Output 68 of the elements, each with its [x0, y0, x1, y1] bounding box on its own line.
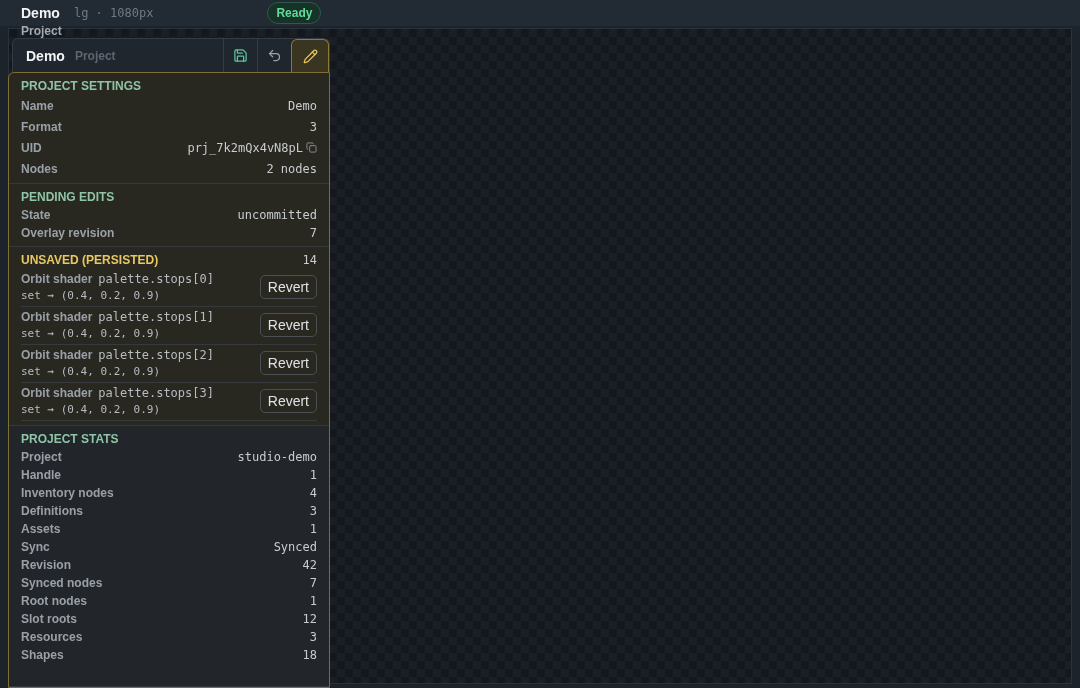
field-label: Format — [21, 119, 62, 134]
field-label: Slot roots — [21, 612, 77, 626]
field-value: 3 — [309, 630, 317, 644]
edit-target: Orbit shader — [21, 386, 93, 400]
property-path: palette.stops[2] — [98, 348, 214, 362]
field-label: Overlay revision — [21, 226, 115, 240]
field-label: UID — [21, 140, 42, 155]
field-value: 1 — [309, 468, 317, 482]
edit-target: Orbit shader — [21, 272, 93, 286]
property-path: palette.stops[0] — [98, 272, 214, 286]
copy-icon[interactable] — [306, 142, 317, 153]
edit-button[interactable] — [291, 39, 329, 72]
undo-icon — [267, 48, 282, 63]
field-label: Inventory nodes — [21, 486, 114, 500]
field-value: Demo — [288, 98, 317, 113]
field-label: Sync — [21, 540, 50, 554]
field-label: Root nodes — [21, 594, 87, 608]
field-value: 1 — [309, 594, 317, 608]
field-value: studio-demo — [237, 450, 317, 464]
field-label: Shapes — [21, 648, 64, 662]
revert-button[interactable]: Revert — [259, 389, 317, 413]
field-label: Synced nodes — [21, 576, 103, 590]
field-label: Revision — [21, 558, 71, 572]
revert-button[interactable]: Revert — [259, 313, 317, 337]
edit-target: Orbit shader — [21, 310, 93, 324]
field-label: Resources — [21, 630, 83, 644]
section-heading: PROJECT STATS — [21, 432, 119, 446]
pencil-icon — [302, 48, 318, 64]
edit-change: set → (0.4, 0.2, 0.9) — [21, 403, 162, 416]
section-heading: PROJECT SETTINGS — [21, 79, 142, 93]
field-value: 2 nodes — [266, 161, 317, 176]
field-value: 7 — [309, 226, 317, 240]
field-value: 1 — [309, 522, 317, 536]
field-value: 3 — [309, 504, 317, 518]
edit-target: Orbit shader — [21, 348, 93, 362]
field-label: Definitions — [21, 504, 83, 518]
field-label: Name — [21, 98, 54, 113]
section-heading: PENDING EDITS — [21, 190, 115, 204]
field-value: Synced — [273, 540, 317, 554]
property-path: palette.stops[1] — [98, 310, 214, 324]
field-value: 12 — [302, 612, 317, 626]
project-label: Project — [20, 24, 63, 38]
field-label: Assets — [21, 522, 61, 536]
field-value: 7 — [309, 576, 317, 590]
field-value: 42 — [302, 558, 317, 572]
edit-change: set → (0.4, 0.2, 0.9) — [21, 289, 162, 302]
edit-change: set → (0.4, 0.2, 0.9) — [21, 327, 162, 340]
field-value: 4 — [309, 486, 317, 500]
property-path: palette.stops[3] — [98, 386, 214, 400]
field-label: Handle — [21, 468, 61, 482]
field-label: Project — [21, 450, 62, 464]
section-heading: UNSAVED (PERSISTED) — [21, 253, 159, 267]
unsaved-count: 14 — [302, 253, 317, 267]
toolbar-title: Demo — [26, 47, 65, 64]
field-value: prj_7k2mQx4vN8pL — [187, 140, 303, 155]
toolbar-subtitle: Project — [74, 48, 116, 63]
field-label: State — [21, 208, 51, 222]
revert-button[interactable]: Revert — [259, 351, 317, 375]
save-icon — [233, 48, 248, 63]
field-label: Nodes — [21, 161, 58, 176]
field-value: 3 — [309, 119, 317, 134]
breakpoint-label: lg · 1080px — [73, 6, 154, 20]
app-title: Demo — [21, 5, 60, 21]
revert-button[interactable]: Revert — [259, 275, 317, 299]
status-badge: Ready — [267, 2, 322, 24]
field-value: 18 — [302, 648, 317, 662]
edit-change: set → (0.4, 0.2, 0.9) — [21, 365, 162, 378]
field-value: uncommitted — [237, 208, 317, 222]
